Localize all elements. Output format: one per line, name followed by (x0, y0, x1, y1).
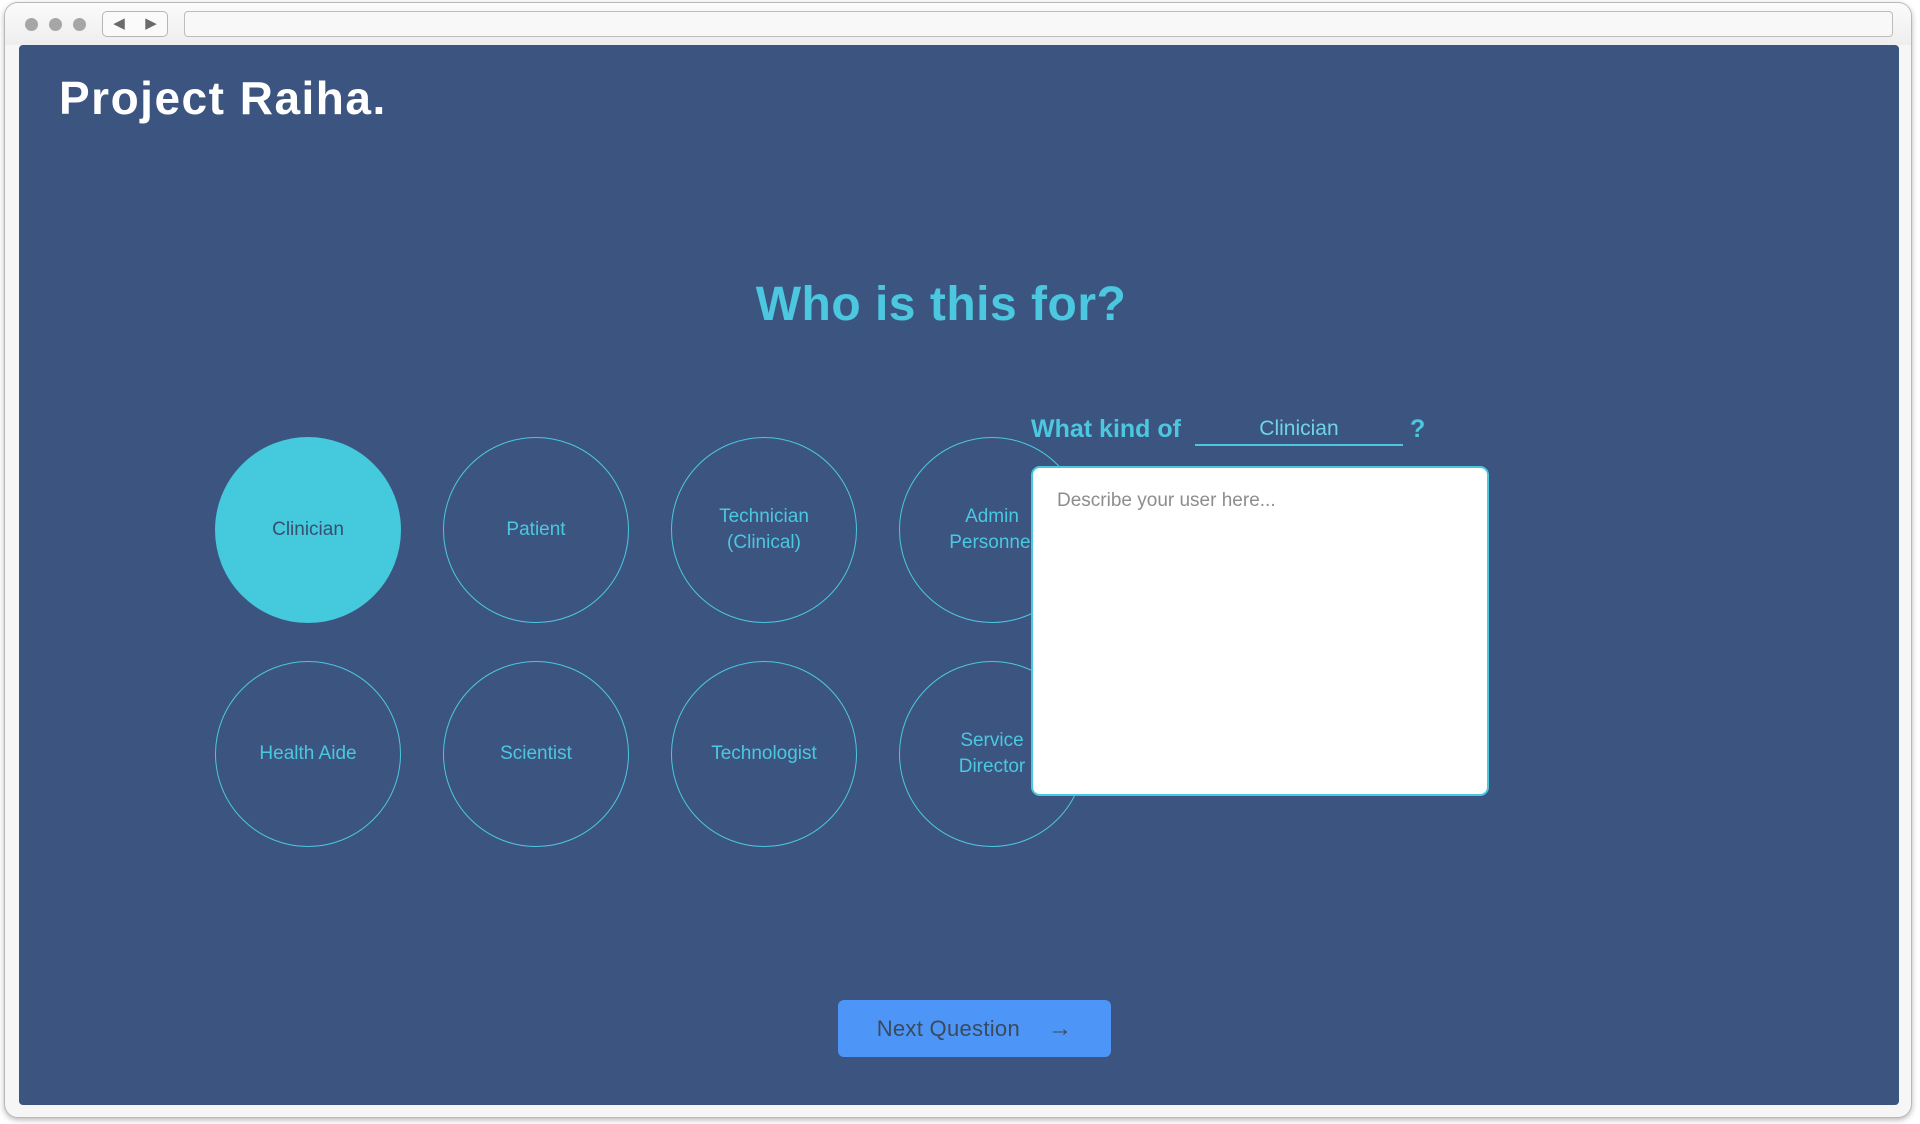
option-technician-clinical[interactable]: Technician (Clinical) (671, 437, 857, 623)
describe-user-textarea[interactable] (1031, 466, 1489, 796)
option-patient[interactable]: Patient (443, 437, 629, 623)
option-label-line1: Clinician (272, 519, 344, 540)
detail-question-mark: ? (1409, 415, 1426, 443)
maximize-window-icon[interactable] (73, 17, 86, 31)
user-type-options: Clinician Patient Technician (Clinical) … (215, 437, 1085, 847)
app-logo: Project Raiha. (59, 72, 387, 124)
browser-window: ◀ ▶ Project Raiha. Who is this for? Clin… (4, 2, 1912, 1118)
page-viewport: Project Raiha. Who is this for? Clinicia… (19, 45, 1899, 1105)
window-traffic-lights (25, 17, 86, 31)
arrow-right-icon: → (1048, 1014, 1073, 1042)
option-health-aide[interactable]: Health Aide (215, 661, 401, 847)
detail-question-blank: Clinician (1194, 417, 1403, 446)
option-label: Scientist (500, 741, 572, 767)
option-label: Health Aide (259, 741, 356, 767)
option-label: Technologist (711, 741, 817, 767)
close-window-icon[interactable] (25, 17, 38, 31)
navigation-buttons: ◀ ▶ (102, 11, 168, 37)
option-label-line1: Technologist (711, 743, 817, 764)
next-question-button[interactable]: Next Question → (838, 1000, 1111, 1057)
option-label-line1: Health Aide (259, 743, 357, 764)
url-input[interactable] (184, 11, 1893, 37)
page-title: Who is this for? (19, 277, 1899, 332)
option-label-line2: Director (958, 756, 1026, 777)
option-label-line2: (Clinical) (727, 532, 801, 553)
option-label-line1: Admin (965, 506, 1019, 527)
option-label-line1: Patient (506, 519, 566, 540)
detail-question: What kind of Clinician ? (1031, 415, 1425, 446)
option-clinician[interactable]: Clinician (215, 437, 401, 623)
next-question-label: Next Question (876, 1015, 1020, 1041)
option-label-line1: Technician (719, 506, 809, 527)
forward-arrow-icon[interactable]: ▶ (135, 12, 167, 36)
option-technologist[interactable]: Technologist (671, 661, 857, 847)
option-label: Admin Personnel (949, 504, 1035, 556)
option-scientist[interactable]: Scientist (443, 661, 629, 847)
page-title-text: Who is this for? (755, 278, 1127, 331)
option-label: Technician (Clinical) (719, 504, 809, 556)
browser-titlebar: ◀ ▶ (5, 3, 1911, 45)
option-label: Clinician (272, 517, 344, 543)
option-label-line1: Scientist (500, 743, 572, 764)
option-label: Service Director (959, 728, 1026, 780)
option-label-line2: Personnel (949, 532, 1035, 553)
back-arrow-icon[interactable]: ◀ (103, 12, 135, 36)
option-label: Patient (506, 517, 565, 543)
detail-question-lead: What kind of (1031, 415, 1181, 443)
option-label-line1: Service (960, 730, 1024, 751)
minimize-window-icon[interactable] (49, 17, 62, 31)
user-detail-panel: What kind of Clinician ? (1031, 415, 1489, 801)
